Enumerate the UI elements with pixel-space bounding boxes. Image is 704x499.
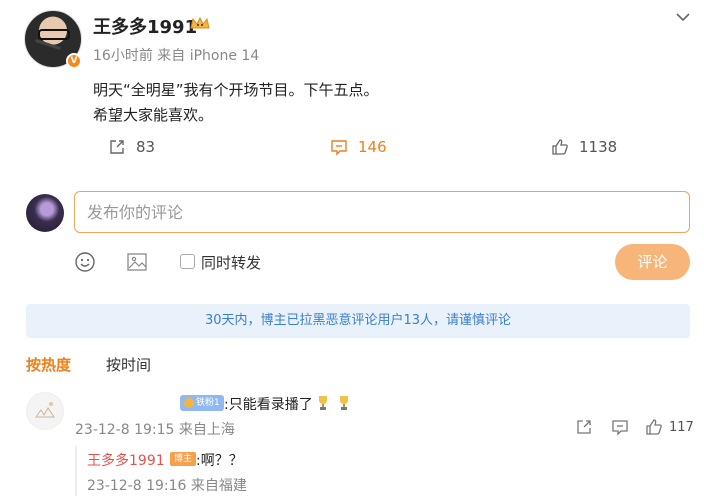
comment-icon bbox=[331, 140, 347, 156]
avatar-headset bbox=[35, 39, 61, 50]
repost-button[interactable]: 83 bbox=[108, 138, 155, 156]
host-badge: 博主 bbox=[170, 452, 197, 466]
fan-level-badge: 铁粉1 bbox=[180, 395, 224, 411]
tab-sort-time[interactable]: 按时间 bbox=[106, 354, 151, 375]
comment-count: 146 bbox=[358, 138, 387, 156]
fan-badge-label: 铁粉1 bbox=[196, 398, 220, 408]
reply-icon[interactable] bbox=[611, 418, 629, 436]
tab-sort-hot[interactable]: 按热度 bbox=[26, 354, 71, 375]
comment-input-box[interactable] bbox=[74, 191, 690, 233]
reply-author-name[interactable]: 王多多1991 bbox=[87, 450, 165, 470]
image-icon[interactable] bbox=[126, 251, 148, 273]
repost-icon bbox=[110, 140, 124, 154]
post-text-line: 希望大家能喜欢。 bbox=[93, 106, 214, 124]
comment-like-count: 117 bbox=[669, 420, 694, 435]
repost-count: 83 bbox=[136, 138, 156, 156]
share-icon[interactable] bbox=[575, 418, 593, 436]
avatar-glasses bbox=[38, 29, 70, 40]
commenter-avatar[interactable] bbox=[26, 392, 64, 430]
submit-comment-button[interactable]: 评论 bbox=[615, 244, 690, 280]
post-text-line: 明天“全明星”我有个开场节目。下午五点。 bbox=[93, 81, 379, 99]
chevron-down-icon[interactable] bbox=[674, 8, 692, 26]
emoji-icon[interactable] bbox=[74, 251, 96, 273]
post-meta: 16小时前 来自 iPhone 14 bbox=[93, 48, 260, 64]
trophy-emoji-icon bbox=[319, 396, 327, 410]
forward-checkbox[interactable] bbox=[180, 254, 195, 269]
reply-meta: 23-12-8 19:16 来自福建 bbox=[87, 478, 247, 494]
fan-badge-icon bbox=[184, 398, 194, 408]
current-user-avatar bbox=[26, 194, 64, 232]
reply-text: :啊？？ bbox=[196, 453, 243, 469]
comment-input[interactable] bbox=[75, 192, 689, 232]
forward-label[interactable]: 同时转发 bbox=[201, 252, 261, 273]
avatar-sketch-icon bbox=[35, 402, 55, 418]
like-button[interactable]: 1138 bbox=[551, 138, 617, 156]
post-author-name[interactable]: 王多多1991 bbox=[93, 13, 197, 39]
like-count: 1138 bbox=[579, 138, 618, 156]
comment-text: :只能看录播了 bbox=[224, 397, 313, 413]
trophy-emoji-icon bbox=[340, 396, 348, 410]
thumbs-up-icon bbox=[552, 139, 568, 155]
comment-button[interactable]: 146 bbox=[330, 138, 387, 156]
comment-meta: 23-12-8 19:15 来自上海 bbox=[75, 422, 235, 438]
crown-icon bbox=[190, 16, 210, 29]
blocked-users-notice: 30天内，博主已拉黑恶意评论用户13人，请谨慎评论 bbox=[26, 304, 690, 338]
thumbs-up-icon[interactable] bbox=[645, 418, 663, 436]
verified-badge: V bbox=[66, 53, 82, 69]
reply-thread-line bbox=[75, 446, 77, 496]
